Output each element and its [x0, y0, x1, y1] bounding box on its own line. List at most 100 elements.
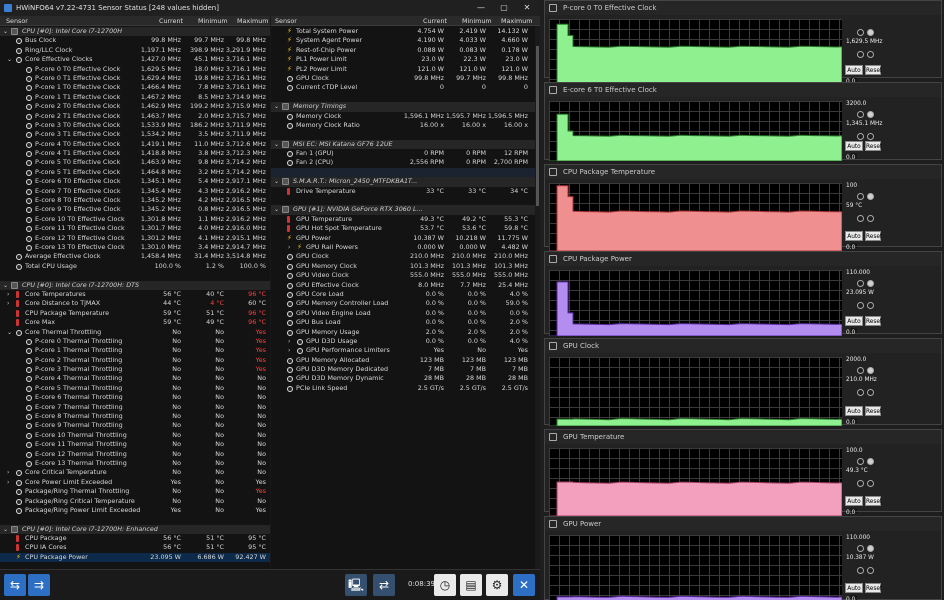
sensor-row[interactable]: GPU Temperature 49.3 °C 49.2 °C 55.3 °C — [271, 215, 540, 224]
sensor-row[interactable]: GPU Clock 210.0 MHz 210.0 MHz 210.0 MHz — [271, 252, 540, 261]
sensor-row[interactable]: P-core 0 T0 Effective Clock 1,629.5 MHz 18… — [0, 65, 270, 74]
sensor-row[interactable]: E-core 6 T0 Effective Clock 1,345.1 MHz 5.… — [0, 177, 270, 186]
radio-button[interactable] — [867, 302, 874, 309]
graph-title-bar[interactable]: CPU Package Temperature — [545, 165, 941, 179]
column-minimum[interactable]: Minimum — [462, 16, 492, 26]
sensor-row[interactable]: E-core 9 T0 Effective Clock 1,345.2 MHz 0.… — [0, 205, 270, 214]
sensor-row[interactable]: E-core 8 T0 Effective Clock 1,345.2 MHz 4.… — [0, 196, 270, 205]
column-current[interactable]: Current — [423, 16, 447, 26]
expand-chevron-icon[interactable]: › — [288, 243, 290, 252]
radio-button[interactable] — [857, 389, 864, 396]
radio-button[interactable] — [857, 193, 864, 200]
graph-title-bar[interactable]: GPU Power — [545, 517, 941, 531]
radio-button[interactable] — [867, 389, 874, 396]
sensor-row[interactable]: ⚡ PL2 Power Limit 121.0 W 121.0 W 121.0 W — [271, 65, 540, 74]
sensor-row[interactable]: E-core 8 Thermal Throttling No No No — [0, 412, 270, 421]
graph-window[interactable]: CPU Package Temperature 100 59 °C Auto Fit R… — [544, 164, 942, 251]
reset-button[interactable]: Reset — [865, 496, 882, 506]
column-current[interactable]: Current — [159, 16, 183, 26]
reset-button[interactable]: Reset — [865, 406, 882, 416]
radio-button[interactable] — [867, 133, 874, 140]
sensor-row[interactable]: P-core 1 T0 Effective Clock 1,466.4 MHz 7.… — [0, 83, 270, 92]
sensor-row[interactable]: ⚡ CPU Package Power 23.095 W 6.686 W 92.427 … — [0, 552, 270, 563]
sensor-row[interactable]: ⚡ Total System Power 4.754 W 2.419 W 14.132 … — [271, 27, 540, 36]
sensor-row[interactable]: E-core 12 T0 Effective Clock 1,301.2 MHz 4… — [0, 234, 270, 243]
sensor-row[interactable]: › GPU D3D Usage 0.0 % 0.0 % 4.0 % — [271, 337, 540, 346]
sensor-group-header[interactable]: ⌄ Memory Timings — [271, 102, 540, 112]
sensor-row[interactable]: ⌄ Core Thermal Throttling No No Yes — [0, 328, 270, 337]
sensor-row[interactable]: › Core Critical Temperature No No No — [0, 468, 270, 477]
expand-chevron-icon[interactable]: › — [7, 468, 9, 477]
sensor-row[interactable]: ⚡ System Agent Power 4.190 W 4.033 W 4.660 W — [271, 36, 540, 45]
radio-button[interactable] — [857, 567, 864, 574]
graph-title-bar[interactable]: CPU Package Power — [545, 252, 941, 266]
reset-button[interactable]: Reset — [865, 316, 882, 326]
sensor-row[interactable]: GPU D3D Memory Dynamic 28 MB 28 MB 28 MB — [271, 374, 540, 383]
sensor-row[interactable]: P-core 0 T1 Effective Clock 1,629.4 MHz 19… — [0, 74, 270, 83]
sensor-row[interactable]: › Core Distance to TjMAX 44 °C 4 °C 60 °C — [0, 299, 270, 308]
sensor-row[interactable]: GPU Video Clock 555.0 MHz 555.0 MHz 555.0 M… — [271, 271, 540, 280]
radio-button[interactable] — [857, 111, 864, 118]
sensor-row[interactable]: Fan 2 (CPU) 2,556 RPM 0 RPM 2,700 RPM — [271, 158, 540, 167]
graph-title-bar[interactable]: GPU Temperature — [545, 430, 941, 444]
collapse-chevron-icon[interactable]: ⌄ — [274, 205, 279, 214]
radio-button[interactable] — [867, 458, 874, 465]
auto-fit-button[interactable]: Auto Fit — [845, 316, 863, 335]
sensor-row[interactable]: Total CPU Usage 100.0 % 1.2 % 100.0 % — [0, 262, 270, 271]
graph-window[interactable]: CPU Package Power 110.000 23.095 W Auto Fit… — [544, 251, 942, 336]
sensor-row[interactable]: Ring/LLC Clock 1,197.1 MHz 398.9 MHz 3,291.… — [0, 46, 270, 55]
graph-window[interactable]: GPU Clock 2000.0 210.0 MHz Auto Fit Reset 0.0 — [544, 338, 942, 426]
graph-window[interactable]: E-core 6 T0 Effective Clock 3200.0 1,345.1… — [544, 82, 942, 161]
sensor-row[interactable]: Memory Clock 1,596.1 MHz 1,595.7 MHz 1,596.… — [271, 112, 540, 121]
settings-gear-icon[interactable]: ⚙ — [486, 574, 508, 596]
clock-icon[interactable]: ◷ — [434, 574, 456, 596]
auto-fit-button[interactable]: Auto Fit — [845, 496, 863, 515]
radio-button[interactable] — [857, 133, 864, 140]
auto-fit-button[interactable]: Auto Fit — [845, 406, 863, 425]
sensor-row[interactable]: ⚡ PL1 Power Limit 23.0 W 22.3 W 23.0 W — [271, 55, 540, 64]
collapse-chevron-icon[interactable]: ⌄ — [274, 102, 279, 111]
sensor-row[interactable]: GPU Memory Controller Load 0.0 % 0.0 % 59.0… — [271, 299, 540, 308]
sensor-row[interactable]: GPU Bus Load 0.0 % 0.0 % 2.0 % — [271, 318, 540, 327]
sensor-row[interactable]: › GPU Performance Limiters Yes No Yes — [271, 346, 540, 355]
nav-right-arrows-button[interactable]: ⇉ — [28, 574, 50, 596]
scrollbar[interactable] — [535, 26, 540, 569]
sensor-row[interactable]: P-core 2 T1 Effective Clock 1,463.7 MHz 2.… — [0, 112, 270, 121]
sensor-row[interactable]: P-core 2 Thermal Throttling No No Yes — [0, 356, 270, 365]
sensor-pane-right[interactable]: Sensor Current Minimum Maximum ⚡ Total Sy… — [271, 16, 540, 569]
radio-button[interactable] — [857, 280, 864, 287]
maximize-button[interactable]: ▢ — [493, 0, 515, 16]
graph-title-bar[interactable]: GPU Clock — [545, 339, 941, 353]
sensor-row[interactable]: PCIe Link Speed 2.5 GT/s 2.5 GT/s 2.5 GT/s — [271, 384, 540, 393]
radio-button[interactable] — [857, 545, 864, 552]
sensor-group-header[interactable]: ⌄ MSI EC: MSI Katana GF76 12UE — [271, 139, 540, 150]
sensor-group-header[interactable]: ⌄ CPU [#0]: Intel Core i7-12700H: DTS — [0, 280, 270, 290]
sensor-row[interactable]: E-core 13 T0 Effective Clock 1,301.0 MHz 3… — [0, 243, 270, 252]
network-computers-icon[interactable]: 🖳 — [345, 574, 367, 596]
column-maximum[interactable]: Maximum — [237, 16, 269, 26]
radio-button[interactable] — [867, 545, 874, 552]
reset-button[interactable]: Reset — [865, 65, 882, 75]
collapse-chevron-icon[interactable]: ⌄ — [274, 140, 279, 149]
column-minimum[interactable]: Minimum — [198, 16, 228, 26]
network-sync-icon[interactable]: ⇄ — [373, 574, 395, 596]
sensor-row[interactable]: CPU IA Cores 56 °C 51 °C 95 °C — [0, 543, 270, 552]
sensor-group-header[interactable]: ⌄ GPU [#1]: NVIDIA GeForce RTX 3060 L... — [271, 205, 540, 215]
sensor-row[interactable]: E-core 7 T0 Effective Clock 1,345.4 MHz 4.… — [0, 187, 270, 196]
sensor-row[interactable]: GPU D3D Memory Dedicated 7 MB 7 MB 7 MB — [271, 365, 540, 374]
sensor-row[interactable]: GPU Clock 99.8 MHz 99.7 MHz 99.8 MHz — [271, 74, 540, 83]
sensor-group-header[interactable]: ⌄ S.M.A.R.T.: Micron_2450_MTFDKBA1T... — [271, 177, 540, 187]
sensor-row[interactable]: Core Max 59 °C 49 °C 96 °C — [0, 318, 270, 327]
reset-button[interactable]: Reset — [865, 583, 882, 593]
sensor-row[interactable]: CPU Package Temperature 59 °C 51 °C 96 °C — [0, 309, 270, 318]
sensor-row[interactable]: P-core 3 T0 Effective Clock 1,533.9 MHz 18… — [0, 121, 270, 130]
report-add-icon[interactable]: ▤ — [460, 574, 482, 596]
reset-button[interactable]: Reset — [865, 141, 882, 151]
sensor-row[interactable]: Package/Ring Thermal Throttling No No Yes — [0, 487, 270, 496]
close-button[interactable]: ✕ — [516, 0, 538, 16]
expand-chevron-icon[interactable]: › — [7, 299, 9, 308]
graph-window[interactable]: P-core 0 T0 Effective Clock 1,629.5 MHz Au… — [544, 0, 942, 85]
collapse-chevron-icon[interactable]: ⌄ — [274, 177, 279, 186]
sensor-row[interactable]: GPU Memory Clock 101.3 MHz 101.3 MHz 101.3 … — [271, 262, 540, 271]
sensor-row[interactable]: E-core 11 Thermal Throttling No No No — [0, 440, 270, 449]
